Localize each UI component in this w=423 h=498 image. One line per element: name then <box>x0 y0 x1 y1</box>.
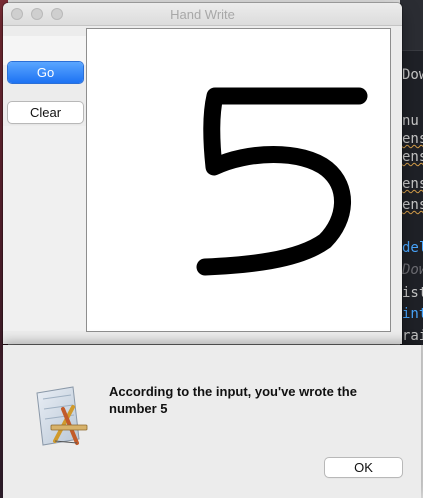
editor-line: ist <box>402 285 423 301</box>
editor-line: del <box>402 240 423 256</box>
editor-line: ens <box>402 149 423 165</box>
editor-line: Dow <box>402 262 423 278</box>
handwritten-stroke <box>196 87 368 276</box>
go-button[interactable]: Go <box>8 62 83 83</box>
window-title: Hand Write <box>170 7 235 22</box>
hand-write-window: Hand Write Go Clear <box>3 3 402 344</box>
editor-line: int <box>402 306 423 322</box>
editor-line: nu <box>402 113 419 129</box>
sidebar-panel <box>3 36 86 65</box>
app-icon <box>36 386 88 446</box>
editor-line: rai <box>402 328 423 344</box>
editor-line: ens <box>402 176 423 192</box>
ok-button[interactable]: OK <box>325 458 402 477</box>
clear-button[interactable]: Clear <box>8 102 83 123</box>
editor-tab-bar <box>400 0 423 51</box>
title-bar[interactable]: Hand Write <box>3 3 402 26</box>
drawing-canvas[interactable] <box>86 28 391 332</box>
editor-line: ens <box>402 197 423 213</box>
result-alert: According to the input, you've wrote the… <box>3 345 421 498</box>
sidebar-panel <box>3 126 86 331</box>
editor-line: Dow <box>402 67 423 83</box>
alert-message: According to the input, you've wrote the… <box>109 384 357 416</box>
editor-line: ens <box>402 131 423 147</box>
background-code-editor: Dow nu ens ens ens ens del Dow ist int r… <box>400 0 423 345</box>
